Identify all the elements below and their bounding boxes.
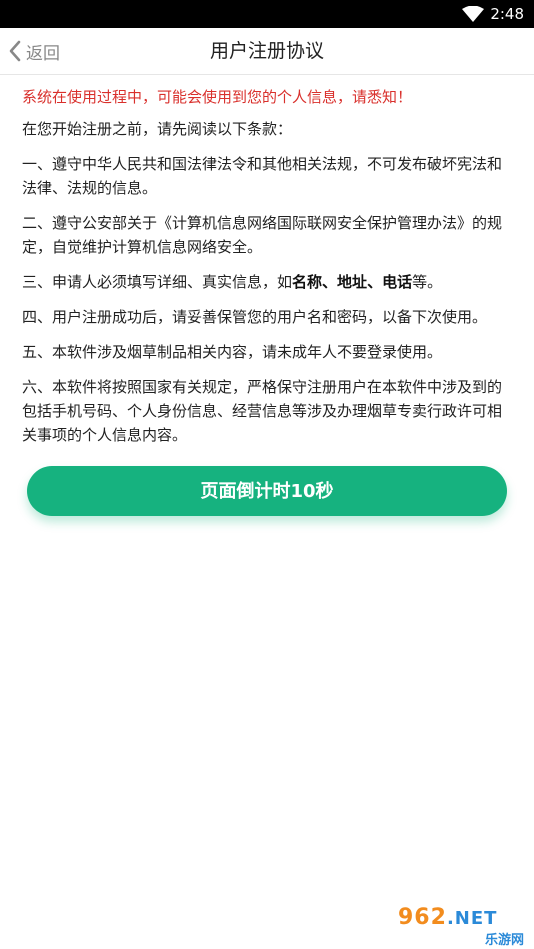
item3-name: 名称 — [292, 273, 323, 291]
item3-phone: 电话 — [382, 273, 413, 291]
wifi-icon — [462, 6, 484, 22]
watermark-net: .NET — [446, 908, 498, 929]
watermark-digits: 962 — [398, 905, 447, 930]
item3-sep1: 、 — [322, 273, 338, 291]
status-bar: 2:48 — [0, 0, 534, 28]
countdown-button[interactable]: 页面倒计时10秒 — [27, 466, 507, 516]
agreement-item-3: 三、申请人必须填写详细、真实信息，如名称、地址、电话等。 — [22, 270, 516, 294]
agreement-item-2: 二、遵守公安部关于《计算机信息网络国际联网安全保护管理办法》的规定，自觉维护计算… — [22, 214, 503, 256]
watermark-logo: 962.NET — [398, 905, 497, 930]
privacy-warning: 系统在使用过程中，可能会使用到您的个人信息，请悉知！ — [22, 88, 413, 106]
nav-bar: 返回 用户注册协议 — [0, 28, 534, 75]
item3-address: 地址 — [337, 273, 368, 291]
item3-sep2: 、 — [367, 273, 383, 291]
watermark-text: 乐游网 — [484, 933, 524, 948]
agreement-item-6: 六、本软件将按照国家有关规定，严格保守注册用户在本软件中涉及到的包括手机号码、个… — [22, 378, 503, 444]
agreement-intro: 在您开始注册之前，请先阅读以下条款： — [22, 120, 293, 138]
status-time: 2:48 — [490, 5, 524, 23]
item3-prefix: 三、申请人必须填写详细、真实信息，如 — [22, 273, 293, 291]
item3-suffix: 等。 — [412, 273, 443, 291]
agreement-item-4: 四、用户注册成功后，请妥善保管您的用户名和密码，以备下次使用。 — [22, 308, 488, 326]
page-title: 用户注册协议 — [209, 40, 324, 62]
site-watermark: 962.NET 乐游网 — [398, 905, 528, 948]
agreement-content: 系统在使用过程中，可能会使用到您的个人信息，请悉知！ 在您开始注册之前，请先阅读… — [22, 84, 516, 458]
agreement-item-1: 一、遵守中华人民共和国法律法令和其他相关法规，不可发布破坏宪法和法律、法规的信息… — [22, 155, 503, 197]
agreement-item-5: 五、本软件涉及烟草制品相关内容，请未成年人不要登录使用。 — [22, 343, 443, 361]
